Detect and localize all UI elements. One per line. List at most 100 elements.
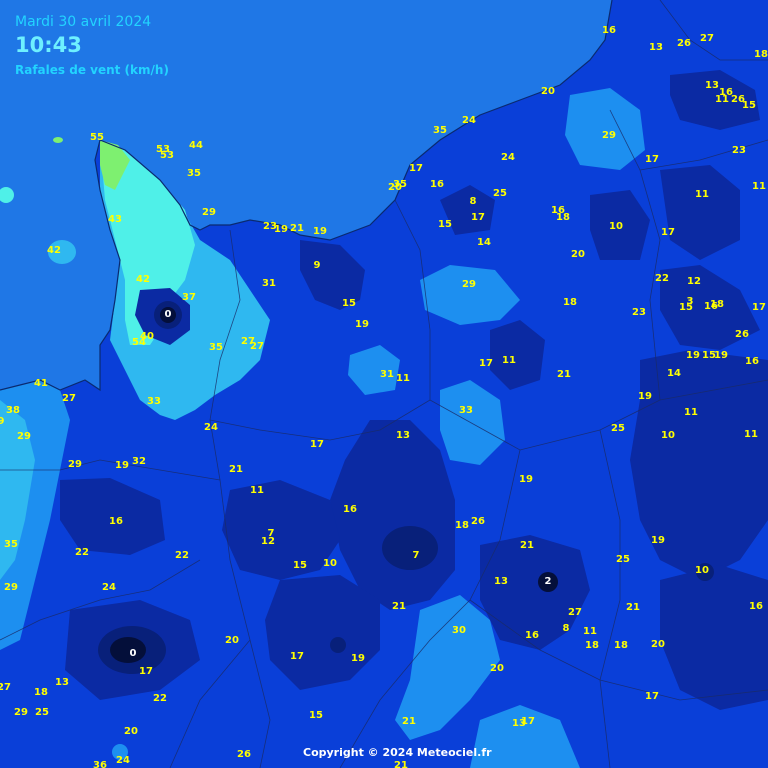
gust-value-label: 21 xyxy=(520,540,534,551)
gust-value-label: 19 xyxy=(714,350,728,361)
gust-value-label: 29 xyxy=(462,279,476,290)
gust-value-label: 13 xyxy=(705,80,719,91)
gust-value-label: 21 xyxy=(229,464,243,475)
gust-value-label: 31 xyxy=(380,369,394,380)
map-parameter: Rafales de vent (km/h) xyxy=(15,63,169,77)
gust-value-label: 27 xyxy=(250,341,264,352)
gust-value-label: 15 xyxy=(293,560,307,571)
gust-value-label: 13 xyxy=(649,42,663,53)
gust-value-label: 16 xyxy=(343,504,357,515)
gust-value-label: 35 xyxy=(187,168,201,179)
gust-value-label: 17 xyxy=(645,154,659,165)
gust-value-label: 14 xyxy=(667,368,681,379)
gust-value-label: 21 xyxy=(402,716,416,727)
gust-value-label: 12 xyxy=(687,276,701,287)
gust-value-label: 35 xyxy=(393,179,407,190)
gust-value-label: 24 xyxy=(501,152,515,163)
gust-value-label: 36 xyxy=(93,760,107,768)
map-background xyxy=(0,0,768,768)
gust-value-label: 26 xyxy=(471,516,485,527)
gust-value-label: 37 xyxy=(182,292,196,303)
gust-value-label: 27 xyxy=(568,607,582,618)
gust-value-label: 27 xyxy=(700,33,714,44)
gust-value-label: 16 xyxy=(430,179,444,190)
gust-value-label: 41 xyxy=(34,378,48,389)
gust-value-label: 22 xyxy=(655,273,669,284)
gust-value-label: 32 xyxy=(132,456,146,467)
gust-value-label: 19 xyxy=(651,535,665,546)
gust-value-label: 33 xyxy=(459,405,473,416)
gust-value-label: 25 xyxy=(616,554,630,565)
gust-value-label: 16 xyxy=(109,516,123,527)
gust-value-label: 18 xyxy=(563,297,577,308)
gust-value-label: 9 xyxy=(313,260,321,271)
gust-value-label: 21 xyxy=(394,760,408,768)
gust-value-label: 24 xyxy=(462,115,476,126)
gust-value-label: 22 xyxy=(153,693,167,704)
gust-value-label: 11 xyxy=(250,485,264,496)
gust-value-label: 2 xyxy=(544,576,552,587)
gust-value-label: 26 xyxy=(735,329,749,340)
gust-value-label: 53 xyxy=(160,150,174,161)
gust-value-label: 19 xyxy=(519,474,533,485)
gust-value-label: 20 xyxy=(651,639,665,650)
gust-value-label: 30 xyxy=(452,625,466,636)
gust-value-label: 33 xyxy=(147,396,161,407)
gust-value-label: 20 xyxy=(225,635,239,646)
gust-value-label: 35 xyxy=(4,539,18,550)
gust-value-label: 18 xyxy=(34,687,48,698)
gust-value-label: 20 xyxy=(541,86,555,97)
gust-value-label: 22 xyxy=(175,550,189,561)
gust-value-label: 25 xyxy=(493,188,507,199)
gust-value-label: 24 xyxy=(102,582,116,593)
gust-value-label: 26 xyxy=(677,38,691,49)
gust-value-label: 11 xyxy=(752,181,766,192)
gust-value-label: 15 xyxy=(679,302,693,313)
gust-value-label: 25 xyxy=(611,423,625,434)
gust-value-label: 31 xyxy=(262,278,276,289)
gust-value-label: 35 xyxy=(433,125,447,136)
gust-value-label: 55 xyxy=(90,132,104,143)
gust-value-label: 17 xyxy=(479,358,493,369)
gust-value-label: 18 xyxy=(556,212,570,223)
gust-value-label: 10 xyxy=(661,430,675,441)
gust-value-label: 54 xyxy=(132,337,146,348)
gust-value-label: 24 xyxy=(116,755,130,766)
gust-value-label: 35 xyxy=(209,342,223,353)
gust-value-label: 29 xyxy=(14,707,28,718)
gust-value-label: 23 xyxy=(732,145,746,156)
gust-value-label: 17 xyxy=(139,666,153,677)
gust-value-label: 29 xyxy=(602,130,616,141)
gust-value-label: 17 xyxy=(661,227,675,238)
gust-value-label: 27 xyxy=(62,393,76,404)
gust-value-label: 13 xyxy=(494,576,508,587)
gust-value-label: 7 xyxy=(412,550,420,561)
gust-value-label: 21 xyxy=(626,602,640,613)
gust-value-label: 14 xyxy=(477,237,491,248)
gust-value-label: 29 xyxy=(202,207,216,218)
gust-value-label: 17 xyxy=(409,163,423,174)
gust-value-label: 10 xyxy=(609,221,623,232)
gust-value-label: 11 xyxy=(396,373,410,384)
gust-value-label: 26 xyxy=(237,749,251,760)
gust-value-label: 13 xyxy=(396,430,410,441)
gust-value-label: 43 xyxy=(108,214,122,225)
gust-value-label: 17 xyxy=(521,716,535,727)
gust-value-label: 8 xyxy=(562,623,570,634)
gust-value-label: 17 xyxy=(310,439,324,450)
gust-value-label: 24 xyxy=(204,422,218,433)
gust-value-label: 18 xyxy=(754,49,768,60)
gust-value-label: 15 xyxy=(438,219,452,230)
gust-value-label: 16 xyxy=(525,630,539,641)
gust-value-label: 29 xyxy=(4,582,18,593)
gust-value-label: 11 xyxy=(695,189,709,200)
gust-value-label: 21 xyxy=(392,601,406,612)
gust-value-label: 11 xyxy=(583,626,597,637)
gust-value-label: 16 xyxy=(602,25,616,36)
gust-value-label: 19 xyxy=(313,226,327,237)
gust-value-label: 23 xyxy=(632,307,646,318)
gust-value-label: 19 xyxy=(115,460,129,471)
gust-value-label: 17 xyxy=(752,302,766,313)
gust-value-label: 20 xyxy=(124,726,138,737)
gust-value-label: 15 xyxy=(742,100,756,111)
